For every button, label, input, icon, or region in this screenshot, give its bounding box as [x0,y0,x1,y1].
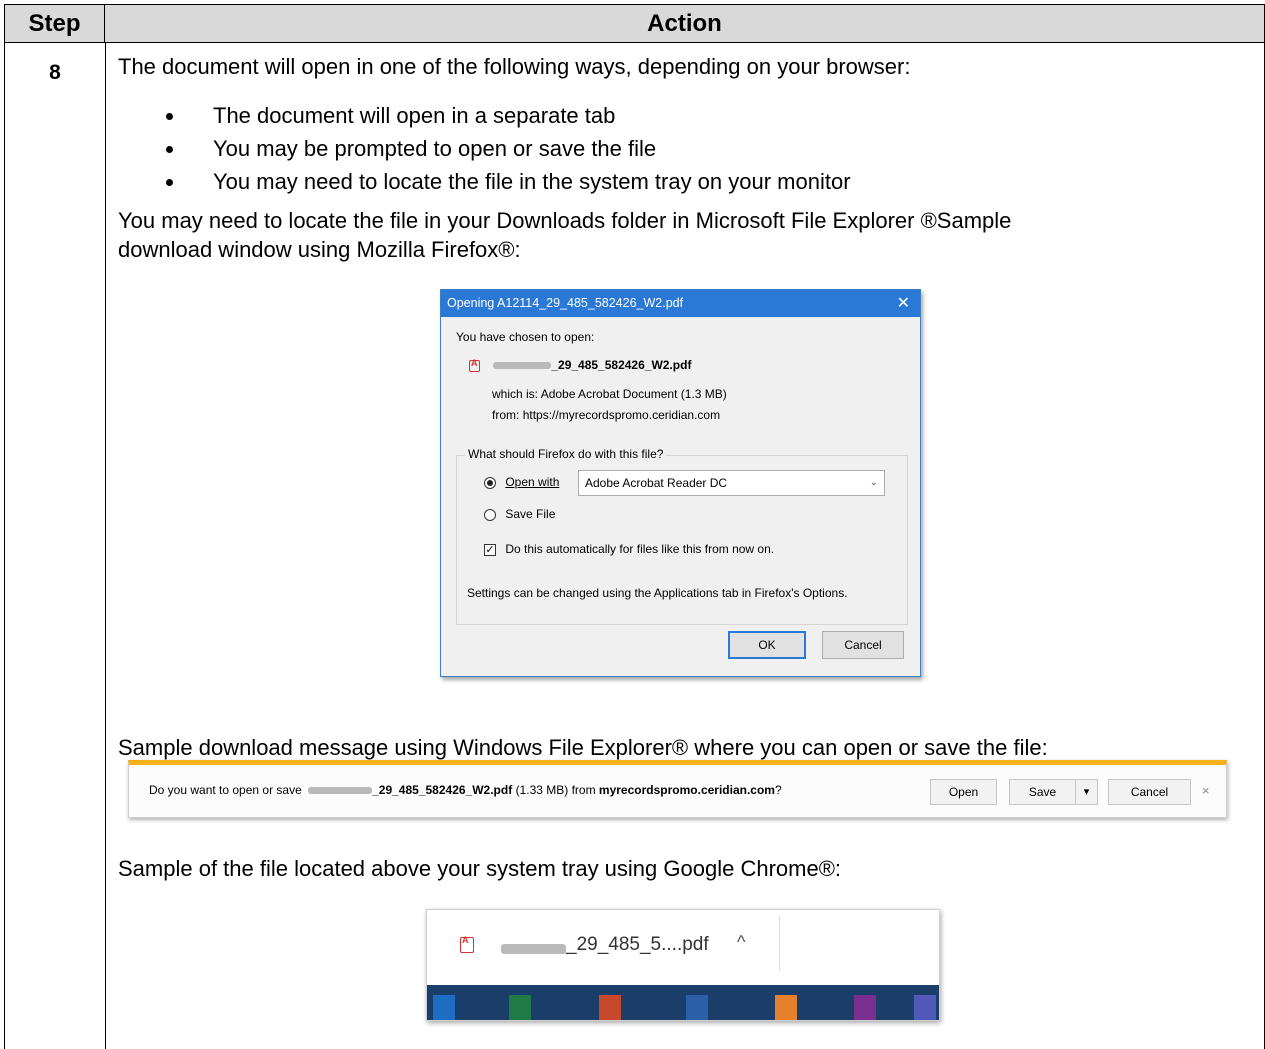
bullet-text: You may need to locate the file in the s… [213,169,851,194]
file-name: _29_485_582426_W2.pdf [551,358,692,372]
chrome-caption: Sample of the file located above your sy… [118,856,842,881]
redacted-name [493,362,552,370]
save-button[interactable]: Save [1009,779,1076,805]
taskbar [427,985,939,1020]
separator [779,916,780,971]
chevron-up-icon[interactable]: ^ [737,932,745,953]
bullet-dot [166,146,173,153]
ie-suffix: ? [774,783,782,797]
save-file-radio[interactable] [484,508,496,521]
open-with-radio[interactable] [484,476,496,489]
save-options-dropdown[interactable]: ▾ [1075,779,1098,805]
save-file-option[interactable]: Save File [484,507,555,521]
ie-download-bar: Do you want to open or save _29_485_5824… [128,760,1227,818]
cancel-button[interactable]: Cancel [822,631,904,659]
teams-icon[interactable] [914,995,936,1020]
intro-text: The document will open in one of the fol… [118,54,911,79]
auto-checkbox[interactable]: ✓ [484,543,496,556]
open-button[interactable]: Open [930,779,997,805]
chevron-down-icon: ⌄ [869,477,878,488]
bullet-text: The document will open in a separate tab [213,103,616,128]
which-is-value: Adobe Acrobat Document (1.3 MB) [540,387,727,401]
file-row: _29_485_582426_W2.pdf [469,358,691,372]
downloads-paragraph-line-1: You may need to locate the file in your … [118,208,1012,233]
chosen-label: You have chosen to open: [456,330,595,344]
onenote-icon[interactable] [854,995,876,1020]
header-step: Step [5,5,105,43]
chrome-download-shelf: _29_485_5....pdf ^ [426,909,940,1021]
redacted-name [308,787,373,795]
bullet-dot [166,113,173,120]
word-icon[interactable] [686,995,708,1020]
save-file-label: Save File [505,507,556,521]
close-icon[interactable]: × [1202,783,1210,798]
open-with-label: Open with [505,475,560,489]
bullet-text: You may be prompted to open or save the … [213,136,657,161]
open-with-app: Adobe Acrobat Reader DC [585,476,728,490]
from-label: from: [492,408,520,422]
download-item[interactable]: _29_485_5....pdf ^ [427,910,939,985]
ie-message: Do you want to open or save _29_485_5824… [149,783,782,797]
ie-site: myrecordspromo.ceridian.com [598,783,775,797]
dialog-title: Opening A12114_29_485_582426_W2.pdf [447,296,684,310]
bullet-dot [166,179,173,186]
close-icon[interactable]: ✕ [897,290,910,317]
redacted-name [501,944,566,954]
pdf-icon [469,358,480,372]
table-header: Step Action [5,5,1264,43]
ie-caption: Sample download message using Windows Fi… [118,735,1048,760]
pdf-icon [460,935,474,953]
from-value: https://myrecordspromo.ceridian.com [522,408,721,422]
firefox-download-dialog: Opening A12114_29_485_582426_W2.pdf ✕ Yo… [440,289,921,677]
auto-option[interactable]: ✓ Do this automatically for files like t… [484,542,774,556]
file-type-row: which is: Adobe Acrobat Document (1.3 MB… [492,387,727,401]
action-question: What should Firefox do with this file? [465,447,667,461]
dialog-titlebar: Opening A12114_29_485_582426_W2.pdf ✕ [441,290,920,317]
file-source-row: from: https://myrecordspromo.ceridian.co… [492,408,720,422]
ie-prefix: Do you want to open or save [149,783,302,797]
ie-size: (1.33 MB) from [515,783,596,797]
settings-note: Settings can be changed using the Applic… [467,586,848,600]
which-is-label: which is: [492,387,539,401]
ok-button[interactable]: OK [728,631,806,659]
ie-filename: _29_485_582426_W2.pdf [372,783,513,797]
auto-label: Do this automatically for files like thi… [505,542,775,556]
excel-icon[interactable] [509,995,531,1020]
header-action: Action [647,10,722,37]
outlook-icon[interactable] [433,995,455,1020]
download-filename: _29_485_5....pdf [566,934,709,955]
downloads-paragraph-line-2: download window using Mozilla Firefox®: [118,237,521,262]
column-divider [105,43,106,1049]
open-with-option[interactable]: Open with [484,475,559,489]
step-number: 8 [49,61,61,84]
cancel-button[interactable]: Cancel [1108,779,1191,805]
powerpoint-icon[interactable] [599,995,621,1020]
app-icon[interactable] [775,995,797,1020]
open-with-select[interactable]: Adobe Acrobat Reader DC ⌄ [578,470,885,496]
